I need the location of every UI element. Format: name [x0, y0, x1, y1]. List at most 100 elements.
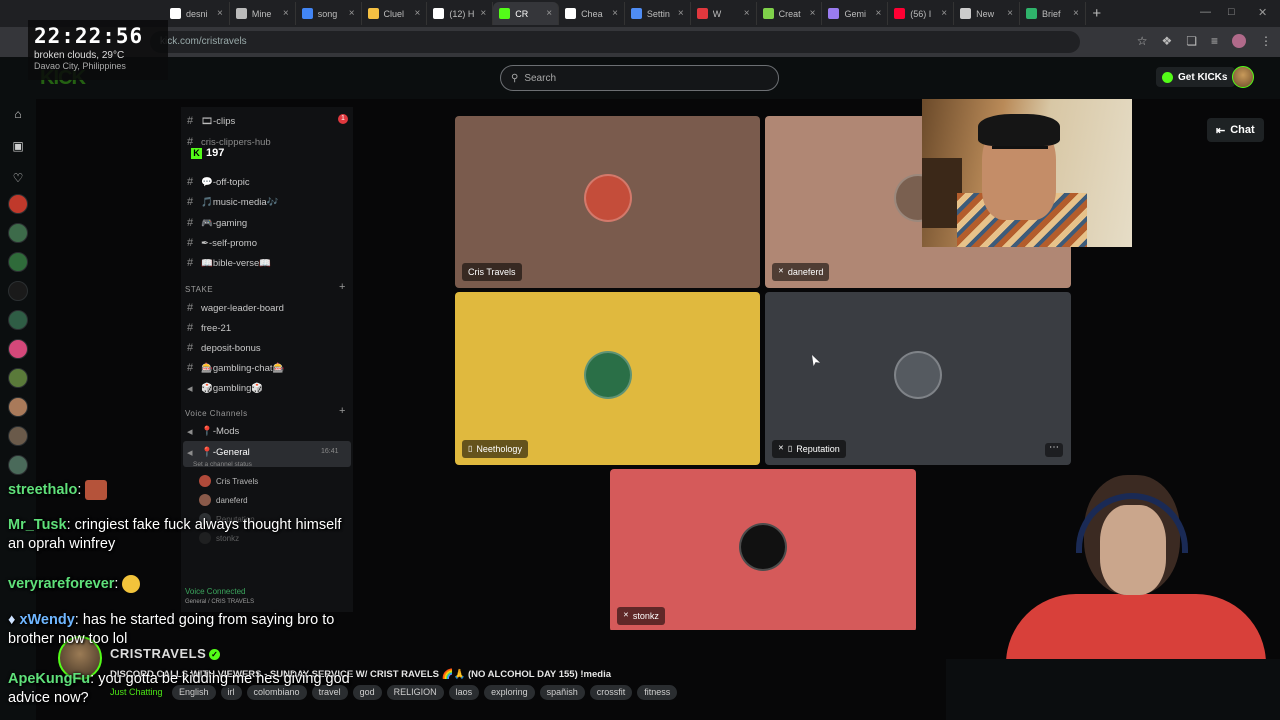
channel-label: 🎰gambling-chat🎰	[201, 362, 285, 374]
category-voice[interactable]: Voice Channels	[185, 409, 248, 418]
stream-tag[interactable]: fitness	[637, 685, 678, 700]
video-tile[interactable]: Cris Travels	[455, 116, 760, 288]
discord-channel[interactable]: # 🎞-clips	[187, 113, 235, 129]
browser-tab[interactable]: Chea ×	[559, 2, 625, 25]
tab-close-icon[interactable]: ×	[612, 8, 618, 19]
add-voice-channel-icon[interactable]: +	[339, 405, 345, 417]
discord-channel[interactable]: # 🎰gambling-chat🎰	[187, 360, 284, 376]
browser-tab[interactable]: Settin ×	[625, 2, 691, 25]
tab-title: Creat	[778, 8, 801, 19]
tab-close-icon[interactable]: ×	[678, 8, 684, 19]
stream-tag[interactable]: RELIGION	[386, 685, 444, 700]
followed-channel-avatar[interactable]	[8, 252, 28, 272]
stream-tag[interactable]: spañish	[539, 685, 585, 700]
discord-channel[interactable]: # ✒-self-promo	[187, 235, 257, 251]
discord-channel[interactable]: # deposit-bonus	[187, 340, 261, 356]
get-kicks-button[interactable]: Get KICKs	[1156, 67, 1236, 87]
discord-channel[interactable]: ◂ 🎲gambling🎲	[187, 380, 263, 396]
search-input[interactable]: ⚲ Search	[500, 65, 779, 91]
chat-toggle-icon: ⇤	[1216, 124, 1226, 137]
followed-channel-avatar[interactable]	[8, 397, 28, 417]
discord-channel[interactable]: # wager-leader-board	[187, 300, 284, 316]
browser-tab[interactable]: New ×	[954, 2, 1020, 25]
browser-tab[interactable]: song ×	[296, 2, 362, 25]
close-window-icon[interactable]: ✕	[1258, 6, 1267, 19]
participant-name-tag: ✕ daneferd	[772, 263, 830, 281]
tab-title: CR	[515, 8, 529, 19]
chat-toggle-button[interactable]: ⇤ Chat	[1207, 118, 1264, 142]
tab-favicon-icon	[894, 8, 906, 19]
url-field[interactable]: kick.com/cristravels	[150, 31, 1080, 53]
followed-channel-avatar[interactable]	[8, 455, 28, 475]
tab-favicon-icon	[499, 8, 511, 19]
stream-tag[interactable]: exploring	[484, 685, 535, 700]
tab-close-icon[interactable]: ×	[217, 8, 223, 19]
tab-close-icon[interactable]: ×	[415, 8, 421, 19]
add-channel-icon[interactable]: +	[339, 281, 345, 293]
category-stake[interactable]: STAKE	[185, 285, 213, 294]
stream-tag[interactable]: crossfit	[589, 685, 633, 700]
browser-tab[interactable]: desni ×	[164, 2, 230, 25]
tile-options-icon[interactable]: ⋯	[1045, 443, 1063, 457]
video-tile[interactable]: ▯ Neethology	[455, 292, 760, 465]
discord-channel[interactable]: # 🎵music-media🎶	[187, 194, 279, 210]
channel-label: 🎵music-media🎶	[201, 196, 279, 208]
tab-title: W	[712, 8, 722, 19]
discord-channel[interactable]: # free-21	[187, 320, 231, 336]
video-tile[interactable]: ✕ stonkz	[610, 469, 916, 632]
browser-tab[interactable]: Mine ×	[230, 2, 296, 25]
bookmark-star-icon[interactable]: ☆	[1137, 34, 1148, 48]
followed-channel-avatar[interactable]	[8, 223, 28, 243]
tab-close-icon[interactable]: ×	[283, 8, 289, 19]
tab-close-icon[interactable]: ×	[1073, 8, 1079, 19]
browser-tab[interactable]: Brief ×	[1020, 2, 1086, 25]
browse-icon[interactable]: ▣	[11, 139, 25, 153]
browser-tab[interactable]: Creat ×	[757, 2, 823, 25]
following-heart-icon[interactable]: ♡	[11, 171, 25, 185]
tab-close-icon[interactable]: ×	[546, 8, 552, 19]
video-tile[interactable]: ✕ ▯ Reputation ⋯	[765, 292, 1071, 465]
discord-channel[interactable]: # 💬-off-topic	[187, 174, 250, 190]
kebab-menu-icon[interactable]: ⋮	[1260, 34, 1272, 48]
streamer-facecam	[976, 459, 1280, 659]
followed-channel-avatar[interactable]	[8, 339, 28, 359]
channel-label: wager-leader-board	[201, 302, 284, 314]
voice-channel[interactable]: ◂ 📍-General	[187, 444, 250, 460]
puzzle-icon[interactable]: ❏	[1186, 34, 1197, 48]
kick-k-icon: K	[191, 147, 202, 159]
followed-channel-avatar[interactable]	[8, 194, 28, 214]
followed-channel-avatar[interactable]	[8, 368, 28, 388]
followed-channel-avatar[interactable]	[8, 310, 28, 330]
tab-close-icon[interactable]: ×	[1007, 8, 1013, 19]
browser-tab[interactable]: (12) H ×	[427, 2, 494, 25]
followed-channel-avatar[interactable]	[8, 426, 28, 446]
tab-close-icon[interactable]: ×	[349, 8, 355, 19]
discord-channel[interactable]: # 🎮-gaming	[187, 215, 247, 231]
new-tab-button[interactable]: +	[1086, 5, 1108, 22]
tab-close-icon[interactable]: ×	[810, 8, 816, 19]
followed-channel-avatar[interactable]	[8, 281, 28, 301]
browser-tab[interactable]: (56) I ×	[888, 2, 955, 25]
browser-tab[interactable]: W ×	[691, 2, 757, 25]
stream-tag[interactable]: laos	[448, 685, 480, 700]
user-avatar[interactable]	[1232, 66, 1254, 88]
tab-close-icon[interactable]: ×	[480, 8, 486, 19]
maximize-icon[interactable]: □	[1228, 6, 1235, 18]
home-icon[interactable]: ⌂	[11, 107, 25, 121]
extension-icon[interactable]: ❖	[1161, 34, 1172, 48]
tab-close-icon[interactable]: ×	[941, 8, 947, 19]
browser-address-bar: kick.com/cristravels ☆ ❖ ❏ ≡ ⋮	[0, 27, 1280, 57]
browser-tab[interactable]: CR ×	[493, 2, 560, 25]
browser-tab[interactable]: Cluel ×	[362, 2, 428, 25]
discord-channel[interactable]: # 📖bible-verse📖	[187, 255, 271, 271]
profile-avatar[interactable]	[1232, 34, 1246, 48]
channel-status[interactable]: Set a channel status	[193, 461, 252, 468]
phone-icon: ▯	[468, 444, 473, 453]
minimize-icon[interactable]: —	[1200, 6, 1211, 18]
tab-close-icon[interactable]: ×	[875, 8, 881, 19]
menu-icon[interactable]: ≡	[1211, 34, 1218, 48]
browser-tab[interactable]: Gemi ×	[822, 2, 889, 25]
voice-channel[interactable]: ◂ 📍-Mods	[187, 423, 239, 439]
tab-close-icon[interactable]: ×	[744, 8, 750, 19]
chat-message: Mr_Tusk: cringiest fake fuck always thou…	[8, 517, 342, 552]
